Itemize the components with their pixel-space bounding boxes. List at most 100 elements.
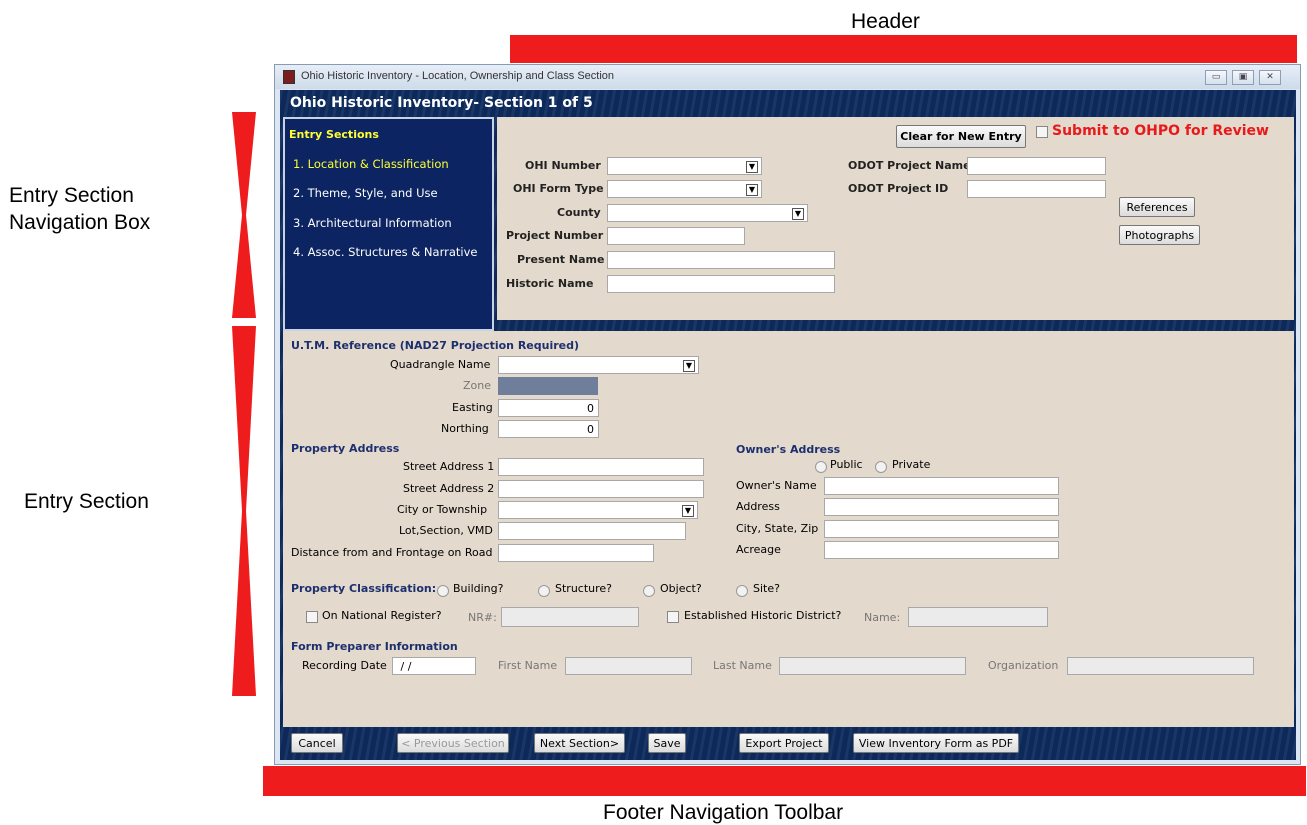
owner-address-input[interactable] bbox=[824, 498, 1059, 516]
close-icon[interactable]: ✕ bbox=[1259, 70, 1281, 85]
annotation-footer: Footer Navigation Toolbar bbox=[603, 801, 844, 824]
app-icon bbox=[283, 70, 295, 84]
chevron-down-icon: ▼ bbox=[683, 360, 695, 372]
title-bar: Ohio Historic Inventory - Location, Owne… bbox=[275, 65, 1300, 89]
odot-project-name-input[interactable] bbox=[967, 157, 1106, 175]
owners-name-input[interactable] bbox=[824, 477, 1059, 495]
project-number-label: Project Number bbox=[506, 229, 604, 242]
street-address-2-label: Street Address 2 bbox=[403, 482, 495, 495]
first-name-label: First Name bbox=[498, 659, 558, 672]
historic-district-checkbox[interactable] bbox=[667, 611, 679, 623]
national-register-checkbox[interactable] bbox=[306, 611, 318, 623]
owner-city-state-zip-input[interactable] bbox=[824, 520, 1059, 538]
easting-input[interactable]: 0 bbox=[498, 399, 599, 417]
property-address-heading: Property Address bbox=[291, 442, 400, 455]
minimize-icon[interactable]: ▭ bbox=[1205, 70, 1227, 85]
annotation-footer-marker bbox=[263, 766, 1306, 796]
maximize-icon[interactable]: ▣ bbox=[1232, 70, 1254, 85]
annotation-header-marker bbox=[510, 35, 1297, 63]
historic-name-input[interactable] bbox=[607, 275, 835, 293]
recording-date-label: Recording Date bbox=[302, 659, 387, 672]
references-button[interactable]: References bbox=[1119, 197, 1195, 217]
annotation-entry-section: Entry Section bbox=[24, 490, 149, 513]
zone-field bbox=[498, 377, 598, 395]
private-radio[interactable] bbox=[875, 461, 887, 473]
ohi-form-type-dropdown[interactable]: ▼ bbox=[607, 180, 762, 198]
national-register-label: On National Register? bbox=[322, 609, 442, 622]
next-section-button[interactable]: Next Section> bbox=[534, 733, 625, 753]
owner-city-state-zip-label: City, State, Zip bbox=[736, 522, 819, 535]
chevron-down-icon: ▼ bbox=[682, 505, 694, 517]
object-radio[interactable] bbox=[643, 585, 655, 597]
annotation-nav-marker bbox=[232, 112, 256, 318]
lot-section-vmd-input[interactable] bbox=[498, 522, 686, 540]
acreage-label: Acreage bbox=[736, 543, 781, 556]
historic-district-label: Established Historic District? bbox=[684, 609, 842, 622]
utm-heading: U.T.M. Reference (NAD27 Projection Requi… bbox=[291, 339, 580, 352]
ohi-form-type-label: OHI Form Type bbox=[513, 182, 604, 195]
last-name-input[interactable] bbox=[779, 657, 966, 675]
object-label: Object? bbox=[660, 582, 702, 595]
chevron-down-icon: ▼ bbox=[792, 208, 804, 220]
save-button[interactable]: Save bbox=[648, 733, 686, 753]
site-radio[interactable] bbox=[736, 585, 748, 597]
county-label: County bbox=[557, 206, 601, 219]
street-address-1-input[interactable] bbox=[498, 458, 704, 476]
private-label: Private bbox=[892, 458, 931, 471]
present-name-label: Present Name bbox=[517, 253, 605, 266]
lot-section-vmd-label: Lot,Section, VMD bbox=[399, 524, 493, 537]
previous-section-button[interactable]: < Previous Section bbox=[397, 733, 509, 753]
district-name-input[interactable] bbox=[908, 607, 1048, 627]
nav-item-location-classification[interactable]: 1. Location & Classification bbox=[293, 157, 449, 171]
northing-label: Northing bbox=[441, 422, 489, 435]
nav-item-architectural-information[interactable]: 3. Architectural Information bbox=[293, 216, 452, 230]
cancel-button[interactable]: Cancel bbox=[291, 733, 343, 753]
county-dropdown[interactable]: ▼ bbox=[607, 204, 808, 222]
quadrangle-name-dropdown[interactable]: ▼ bbox=[498, 356, 699, 374]
submit-to-ohpo-label: Submit to OHPO for Review bbox=[1052, 123, 1269, 139]
last-name-label: Last Name bbox=[713, 659, 772, 672]
project-number-input[interactable] bbox=[607, 227, 745, 245]
city-township-dropdown[interactable]: ▼ bbox=[498, 501, 698, 519]
owner-address-label: Address bbox=[736, 500, 780, 513]
submit-to-ohpo-checkbox[interactable] bbox=[1036, 126, 1048, 138]
property-classification-label: Property Classification: bbox=[291, 582, 437, 595]
street-address-1-label: Street Address 1 bbox=[403, 460, 495, 473]
nr-number-input[interactable] bbox=[501, 607, 639, 627]
distance-frontage-label: Distance from and Frontage on Road bbox=[291, 546, 493, 559]
quadrangle-name-label: Quadrangle Name bbox=[390, 358, 491, 371]
present-name-input[interactable] bbox=[607, 251, 835, 269]
structure-label: Structure? bbox=[555, 582, 613, 595]
recording-date-input[interactable]: / / bbox=[392, 657, 476, 675]
chevron-down-icon: ▼ bbox=[746, 161, 758, 173]
entry-section-navigation: Entry Sections 1. Location & Classificat… bbox=[283, 117, 494, 331]
clear-for-new-entry-button[interactable]: Clear for New Entry bbox=[896, 125, 1026, 148]
district-name-label: Name: bbox=[864, 611, 901, 624]
export-project-button[interactable]: Export Project bbox=[739, 733, 829, 753]
odot-project-id-label: ODOT Project ID bbox=[848, 182, 949, 195]
annotation-header: Header bbox=[851, 10, 920, 33]
organization-input[interactable] bbox=[1067, 657, 1254, 675]
page-title: Ohio Historic Inventory- Section 1 of 5 bbox=[290, 95, 593, 111]
odot-project-id-input[interactable] bbox=[967, 180, 1106, 198]
nav-item-assoc-structures-narrative[interactable]: 4. Assoc. Structures & Narrative bbox=[293, 245, 477, 259]
easting-label: Easting bbox=[452, 401, 493, 414]
nav-item-theme-style-use[interactable]: 2. Theme, Style, and Use bbox=[293, 186, 438, 200]
first-name-input[interactable] bbox=[565, 657, 692, 675]
structure-radio[interactable] bbox=[538, 585, 550, 597]
form-preparer-heading: Form Preparer Information bbox=[291, 640, 458, 653]
public-label: Public bbox=[830, 458, 863, 471]
building-radio[interactable] bbox=[437, 585, 449, 597]
ohi-number-dropdown[interactable]: ▼ bbox=[607, 157, 762, 175]
ohi-number-label: OHI Number bbox=[525, 159, 601, 172]
northing-input[interactable]: 0 bbox=[498, 420, 599, 438]
annotation-nav-box-line2: Navigation Box bbox=[9, 211, 151, 234]
photographs-button[interactable]: Photographs bbox=[1119, 225, 1200, 245]
street-address-2-input[interactable] bbox=[498, 480, 704, 498]
owners-name-label: Owner's Name bbox=[736, 479, 817, 492]
distance-frontage-input[interactable] bbox=[498, 544, 654, 562]
view-pdf-button[interactable]: View Inventory Form as PDF bbox=[853, 733, 1019, 753]
public-radio[interactable] bbox=[815, 461, 827, 473]
acreage-input[interactable] bbox=[824, 541, 1059, 559]
owners-address-heading: Owner's Address bbox=[736, 443, 841, 456]
